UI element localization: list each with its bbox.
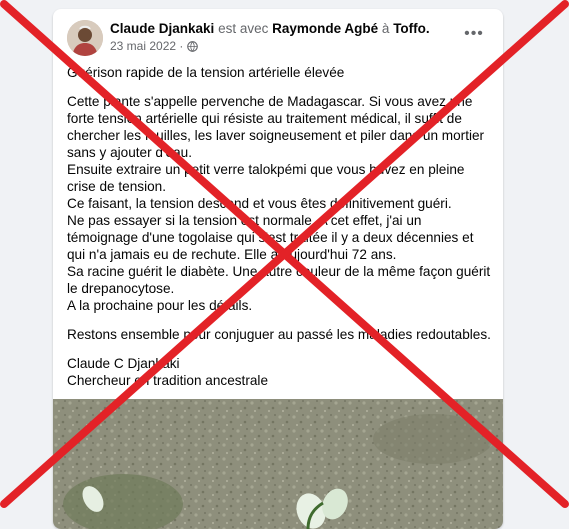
body-line: Cette plante s'appelle pervenche de Mada… <box>67 94 473 109</box>
more-options-icon[interactable]: ••• <box>459 25 489 45</box>
body-line: Ce faisant, la tension descend et vous ê… <box>67 196 452 211</box>
signature: Claude C Djankaki Chercheur en tradition… <box>67 355 492 389</box>
at-text: à <box>381 21 390 36</box>
signature-title: Chercheur en tradition ancestrale <box>67 373 268 388</box>
post-header: Claude Djankaki est avec Raymonde Agbé à… <box>110 21 440 36</box>
body-line: sans y ajouter d'eau. <box>67 145 193 160</box>
post-body: Cette plante s'appelle pervenche de Mada… <box>67 93 492 314</box>
post-date[interactable]: 23 mai 2022 · <box>110 39 183 53</box>
body-line: Ensuite extraire un petit verre talokpém… <box>67 162 465 177</box>
post-text: Guérison rapide de la tension artérielle… <box>67 64 492 389</box>
post-meta: 23 mai 2022 · <box>110 39 199 53</box>
body-line: crise de tension. <box>67 179 166 194</box>
signature-name: Claude C Djankaki <box>67 356 180 371</box>
with-text: est avec <box>218 21 269 36</box>
body-line: qui n'a jamais eu de rechute. Elle a auj… <box>67 247 397 262</box>
body-line: Sa racine guérit le diabète. Une autre c… <box>67 264 491 279</box>
author-name[interactable]: Claude Djankaki <box>110 21 214 36</box>
post-photo[interactable] <box>53 399 503 529</box>
body-line: témoignage d'une togolaise qui s'est tra… <box>67 230 474 245</box>
globe-icon <box>187 40 199 52</box>
body-line: Ne pas essayer si la tension est normale… <box>67 213 422 228</box>
facebook-post-card: Claude Djankaki est avec Raymonde Agbé à… <box>53 9 503 529</box>
tagged-person[interactable]: Raymonde Agbé <box>272 21 378 36</box>
post-title: Guérison rapide de la tension artérielle… <box>67 65 345 80</box>
body-line: forte tension artérielle qui résiste au … <box>67 111 462 126</box>
body-line: le drepanocytose. <box>67 281 175 296</box>
body-line: A la prochaine pour les détails. <box>67 298 253 313</box>
closing-text: Restons ensemble pour conjuguer au passé… <box>67 327 491 342</box>
author-avatar[interactable] <box>67 20 103 56</box>
body-line: chercher les feuilles, les laver soigneu… <box>67 128 485 143</box>
location-name[interactable]: Toffo. <box>393 21 429 36</box>
